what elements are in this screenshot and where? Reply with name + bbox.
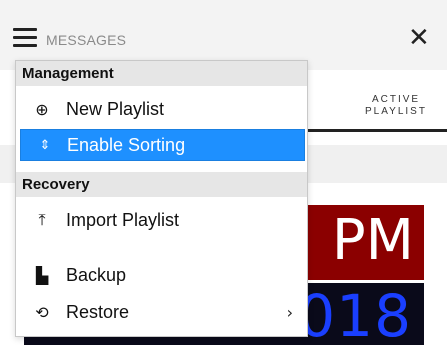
- active-playlist-label: ACTIVE PLAYLIST: [365, 94, 427, 117]
- menu-item-restore[interactable]: ⟲ Restore ›: [16, 294, 307, 330]
- clock-date: 018: [298, 283, 412, 345]
- page-title: MESSAGES: [46, 32, 127, 48]
- menu-item-label: New Playlist: [66, 98, 165, 119]
- menu-item-enable-sorting[interactable]: ⇕ Enable Sorting: [20, 129, 305, 161]
- copy-icon: ▙: [35, 265, 49, 285]
- menu-item-new-playlist[interactable]: ⊕ New Playlist: [16, 91, 307, 127]
- chevron-right-icon: ›: [286, 302, 293, 322]
- menu-item-backup[interactable]: ▙ Backup: [16, 257, 307, 293]
- close-icon[interactable]: ✕: [408, 23, 430, 53]
- menu-item-label: Enable Sorting: [67, 134, 186, 155]
- section-header-recovery: Recovery: [16, 172, 307, 197]
- plus-circle-icon: ⊕: [35, 99, 49, 119]
- menu-item-label: Restore: [66, 301, 130, 322]
- restore-icon: ⟲: [35, 302, 49, 322]
- sort-icon: ⇕: [39, 137, 51, 153]
- menu-item-import-playlist[interactable]: ⤒ Import Playlist: [16, 202, 307, 238]
- header-divider: [300, 129, 447, 132]
- active-playlist-header: ACTIVE PLAYLIST: [300, 89, 447, 132]
- section-header-management: Management: [16, 61, 307, 86]
- import-icon: ⤒: [38, 210, 46, 229]
- hamburger-icon[interactable]: [13, 28, 37, 47]
- menu-item-label: Import Playlist: [66, 209, 180, 230]
- dropdown-menu: Management ⊕ New Playlist ⇕ Enable Sorti…: [15, 60, 308, 337]
- clock-am-pm: PM: [331, 208, 414, 273]
- menu-item-label: Backup: [66, 264, 127, 285]
